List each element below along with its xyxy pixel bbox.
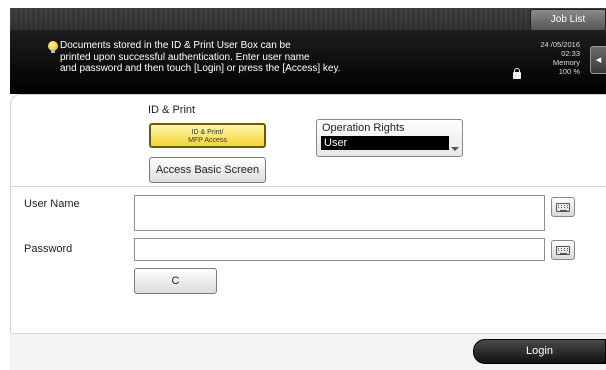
instruction-line: Documents stored in the ID & Print User … <box>60 40 291 51</box>
job-list-button[interactable]: Job List <box>530 9 606 31</box>
header-texture <box>10 8 530 30</box>
main-panel <box>10 94 606 370</box>
lock-icon <box>513 68 521 79</box>
instruction-line: printed upon successful authentication. … <box>60 51 310 63</box>
user-name-keyboard-button[interactable] <box>551 197 575 217</box>
memory-label: Memory <box>552 58 580 67</box>
id-print-mfp-access-button[interactable]: ID & Print/ MFP Access <box>149 123 266 148</box>
divider <box>10 186 606 187</box>
keyboard-icon <box>556 246 570 255</box>
password-label: Password <box>24 243 73 255</box>
operation-rights-label: Operation Rights <box>322 122 405 134</box>
id-print-button-line: ID & Print/ <box>191 129 224 136</box>
id-print-button-line: MFP Access <box>188 137 227 144</box>
instruction-line: and password and then touch [Login] or p… <box>60 63 341 74</box>
keyboard-icon <box>556 203 570 212</box>
user-name-field[interactable] <box>134 195 545 231</box>
operation-rights-select[interactable]: Operation Rights User <box>316 119 463 157</box>
instruction-message: Documents stored in the ID & Print User … <box>60 40 440 75</box>
id-print-section-label: ID & Print <box>148 104 196 116</box>
operation-rights-value: User <box>321 136 449 150</box>
login-button[interactable]: Login <box>473 339 606 364</box>
clear-button[interactable]: C <box>134 268 217 294</box>
lightbulb-icon <box>48 41 58 53</box>
password-keyboard-button[interactable] <box>551 240 575 260</box>
chevron-down-icon <box>451 147 459 151</box>
side-panel-toggle[interactable]: ◂ <box>590 46 606 74</box>
date-text: 24 /05/2016 <box>540 40 580 49</box>
password-field[interactable] <box>134 238 545 261</box>
time-text: 02:33 <box>561 49 580 58</box>
login-screen: Job List Documents stored in the ID & Pr… <box>0 0 606 370</box>
user-name-label: User Name <box>24 198 80 210</box>
access-basic-screen-button[interactable]: Access Basic Screen <box>149 157 266 183</box>
memory-value: 100 % <box>558 67 580 76</box>
status-area: 24 /05/2016 02:33 Memory 100 % <box>520 40 580 76</box>
